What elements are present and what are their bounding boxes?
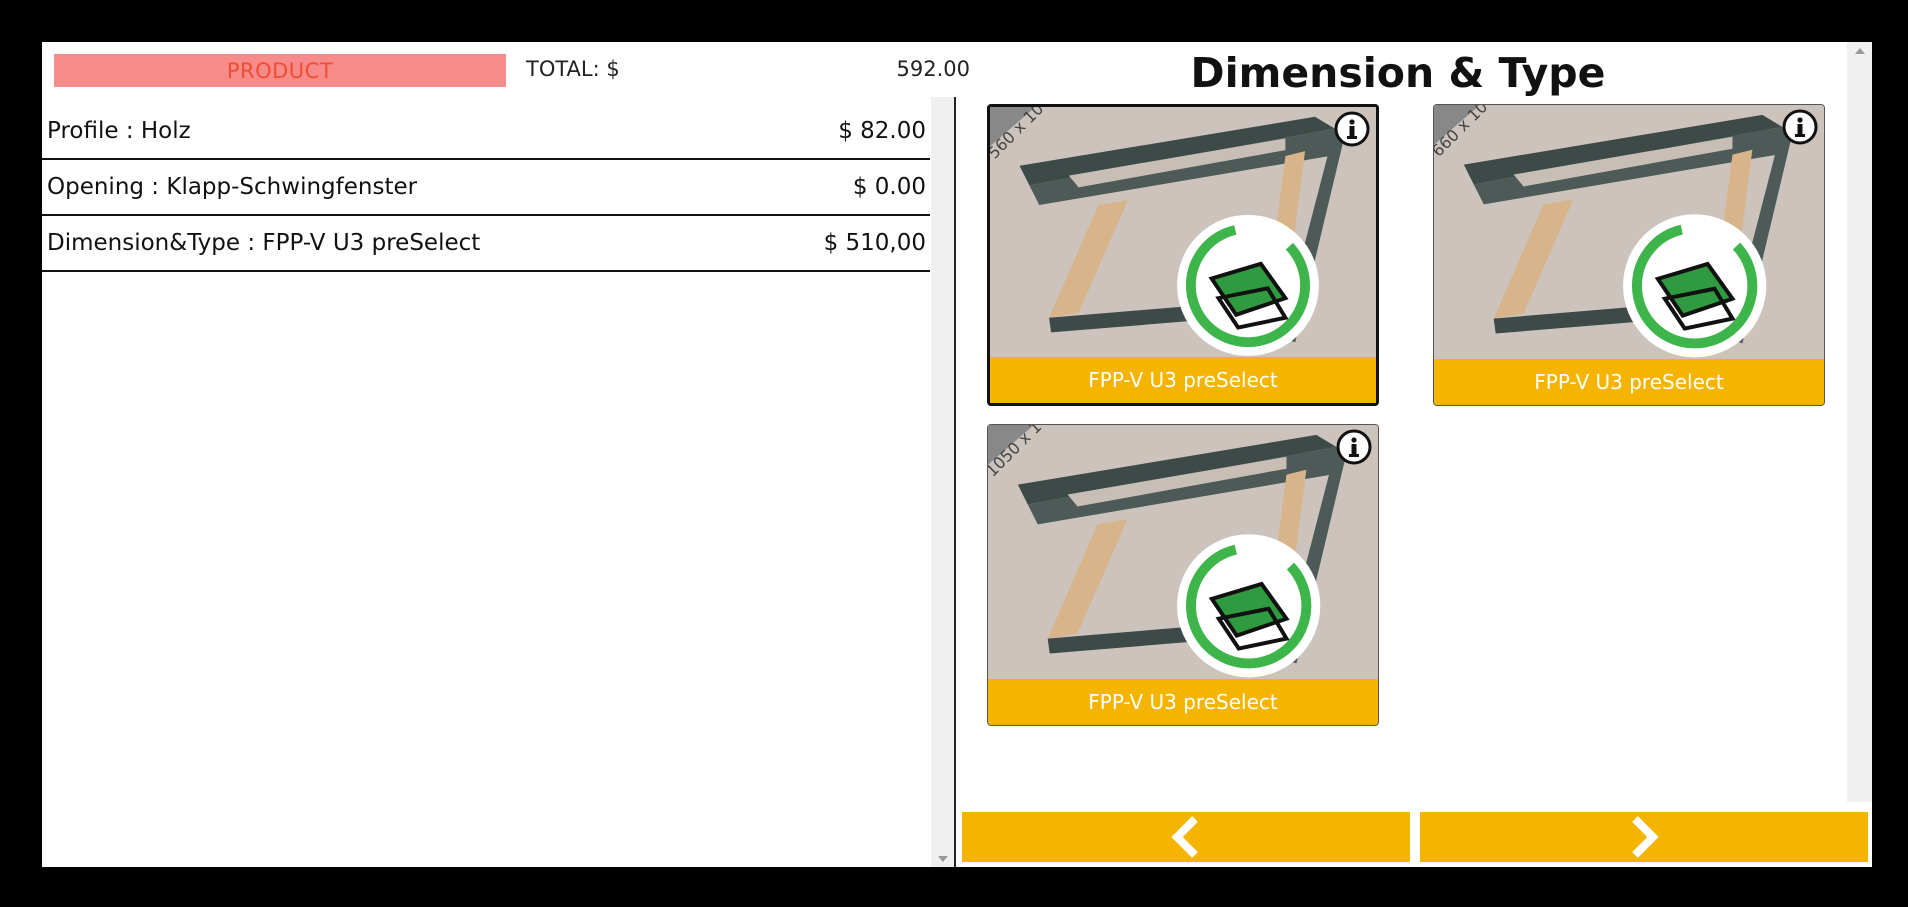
info-icon[interactable] bbox=[1334, 111, 1370, 147]
option-card-660x1040[interactable]: 660 x 1040 FPP-V U3 preSelect bbox=[1433, 104, 1825, 406]
total-value: 592.00 bbox=[896, 57, 970, 81]
line-item-price: $ 0.00 bbox=[852, 174, 926, 200]
scroll-down-arrow-icon[interactable] bbox=[938, 856, 948, 862]
option-caption: FPP-V U3 preSelect bbox=[990, 357, 1376, 403]
option-card-560x1040[interactable]: 560 x 1040 FPP-V U3 preSelect bbox=[987, 104, 1379, 406]
scroll-up-arrow-icon[interactable] bbox=[1855, 48, 1865, 54]
panel-divider bbox=[954, 97, 956, 867]
option-card-1050x1450[interactable]: 1050 x 1450 FPP-V U3 preSelect bbox=[987, 424, 1379, 726]
previous-button[interactable] bbox=[962, 812, 1410, 862]
line-item-label: Opening : Klapp-Schwingfenster bbox=[47, 174, 418, 200]
line-item-price: $ 510,00 bbox=[823, 230, 926, 256]
options-scrollbar[interactable] bbox=[1847, 42, 1872, 802]
option-caption: FPP-V U3 preSelect bbox=[988, 679, 1378, 725]
line-item-price: $ 82.00 bbox=[838, 118, 926, 144]
next-button[interactable] bbox=[1420, 812, 1868, 862]
product-badge[interactable]: PRODUCT bbox=[54, 54, 506, 87]
line-item-label: Dimension&Type : FPP-V U3 preSelect bbox=[47, 230, 481, 256]
summary-scrollbar[interactable] bbox=[931, 97, 954, 867]
summary-line-dimension-type[interactable]: Dimension&Type : FPP-V U3 preSelect $ 51… bbox=[42, 216, 930, 272]
option-caption: FPP-V U3 preSelect bbox=[1434, 359, 1824, 405]
info-icon[interactable] bbox=[1782, 109, 1818, 145]
summary-line-profile[interactable]: Profile : Holz $ 82.00 bbox=[42, 104, 930, 160]
summary-line-opening[interactable]: Opening : Klapp-Schwingfenster $ 0.00 bbox=[42, 160, 930, 216]
configurator-window: PRODUCT TOTAL: $ 592.00 Profile : Holz $… bbox=[42, 42, 1872, 867]
chevron-left-icon bbox=[1171, 816, 1198, 858]
section-title: Dimension & Type bbox=[1190, 49, 1606, 97]
info-icon[interactable] bbox=[1336, 429, 1372, 465]
total-label: TOTAL: $ bbox=[526, 57, 620, 81]
chevron-right-icon bbox=[1632, 816, 1659, 858]
line-item-label: Profile : Holz bbox=[47, 118, 191, 144]
